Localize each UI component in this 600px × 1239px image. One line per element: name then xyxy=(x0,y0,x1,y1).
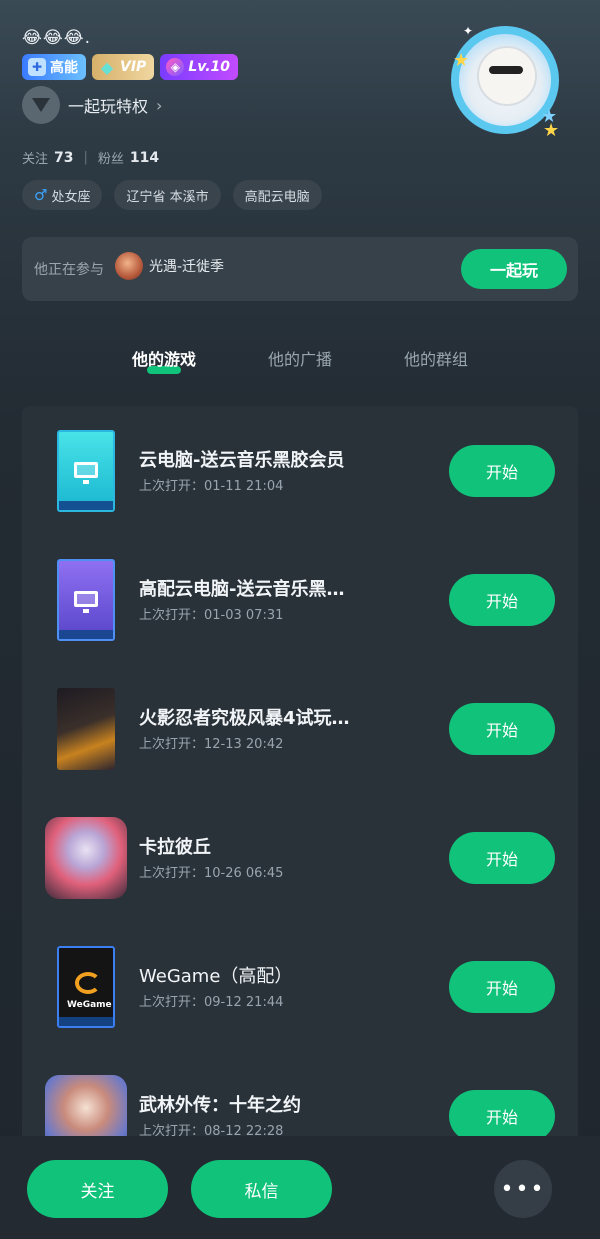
list-item[interactable]: 火影忍者究极风暴4试玩… 上次打开：12-13 20:42 开始 xyxy=(22,664,578,774)
star-icon: ★ xyxy=(543,120,560,141)
cloud-pc-pro-icon xyxy=(57,559,115,641)
power-badge-label: 高能 xyxy=(50,60,78,76)
start-button[interactable]: 开始 xyxy=(449,703,555,755)
list-item[interactable]: 高配云电脑-送云音乐黑… 上次打开：01-03 07:31 开始 xyxy=(22,535,578,645)
wegame-icon: WeGame xyxy=(57,946,115,1028)
male-icon: ♂ xyxy=(34,186,48,204)
level-gem-icon: ◈ xyxy=(166,58,185,76)
stats-divider: | xyxy=(83,150,88,165)
privilege-heart-icon xyxy=(22,86,60,124)
followers-count[interactable]: 114 xyxy=(130,150,159,166)
tag-location-label: 辽宁省 本溪市 xyxy=(126,189,209,205)
message-button[interactable]: 私信 xyxy=(191,1160,332,1218)
follow-button[interactable]: 关注 xyxy=(27,1160,168,1218)
game-name: 高配云电脑-送云音乐黑… xyxy=(139,579,345,600)
start-button[interactable]: 开始 xyxy=(449,832,555,884)
tab-groups[interactable]: 他的群组 xyxy=(404,346,468,370)
level-badge[interactable]: ◈ Lv.10 xyxy=(160,54,239,80)
game-name: WeGame（高配） xyxy=(139,966,293,987)
gamepad-icon: ✚ xyxy=(28,58,46,76)
now-playing-game-name: 光遇-迁徙季 xyxy=(149,259,225,275)
avatar-character xyxy=(477,46,537,106)
cloud-pc-icon xyxy=(57,430,115,512)
list-item[interactable]: 卡拉彼丘 上次打开：10-26 06:45 开始 xyxy=(22,793,578,903)
following-count[interactable]: 73 xyxy=(54,150,73,166)
start-button[interactable]: 开始 xyxy=(449,961,555,1013)
vip-badge[interactable]: ◆ VIP xyxy=(92,54,155,80)
chevron-right-icon: › xyxy=(156,95,163,115)
play-together-button[interactable]: 一起玩 xyxy=(461,249,567,289)
now-playing-game[interactable]: 光遇-迁徙季 xyxy=(115,252,224,280)
start-button[interactable]: 开始 xyxy=(449,445,555,497)
tag-zodiac: ♂ 处女座 xyxy=(22,180,103,210)
tag-device-label: 高配云电脑 xyxy=(244,189,310,205)
following-label: 关注 xyxy=(22,152,49,167)
tag-location: 辽宁省 本溪市 xyxy=(114,180,221,210)
level-badge-label: Lv.10 xyxy=(188,59,231,75)
tag-device: 高配云电脑 xyxy=(232,180,322,210)
diamond-icon: ◆ xyxy=(100,57,114,77)
profile-tags: ♂ 处女座 辽宁省 本溪市 高配云电脑 xyxy=(22,180,322,210)
game-name: 火影忍者究极风暴4试玩… xyxy=(139,708,350,729)
last-opened: 上次打开：01-03 07:31 xyxy=(139,608,284,623)
last-opened: 上次打开：01-11 21:04 xyxy=(139,479,284,494)
game-name: 卡拉彼丘 xyxy=(139,837,211,858)
strinova-game-icon xyxy=(45,817,127,899)
username: 😂😂😂. xyxy=(22,28,91,48)
list-item[interactable]: WeGame WeGame（高配） 上次打开：09-12 21:44 开始 xyxy=(22,922,578,1032)
now-playing-label: 他正在参与 xyxy=(34,262,104,278)
game-thumbnail-icon xyxy=(115,252,143,280)
followers-label: 粉丝 xyxy=(97,152,124,167)
sparkle-icon: ✦ xyxy=(463,24,474,38)
last-opened: 上次打开：10-26 06:45 xyxy=(139,866,284,881)
start-button[interactable]: 开始 xyxy=(449,574,555,626)
follow-stats: 关注 73 | 粉丝 114 xyxy=(22,148,159,168)
game-name: 云电脑-送云音乐黑胶会员 xyxy=(139,450,345,471)
badge-row: ✚ 高能 ◆ VIP ◈ Lv.10 xyxy=(22,54,239,80)
start-button[interactable]: 开始 xyxy=(449,1090,555,1142)
game-list: 云电脑-送云音乐黑胶会员 上次打开：01-11 21:04 开始 高配云电脑-送… xyxy=(22,406,578,1157)
tab-broadcasts[interactable]: 他的广播 xyxy=(268,346,332,370)
naruto-game-icon xyxy=(57,688,115,770)
star-icon: ★ xyxy=(453,50,470,71)
tag-zodiac-label: 处女座 xyxy=(51,189,91,205)
power-badge[interactable]: ✚ 高能 xyxy=(22,54,86,80)
avatar-glasses xyxy=(489,66,523,74)
privilege-label: 一起玩特权 xyxy=(68,97,149,116)
more-options-icon[interactable]: ••• xyxy=(494,1160,552,1218)
tab-games[interactable]: 他的游戏 xyxy=(132,346,196,370)
list-item[interactable]: 云电脑-送云音乐黑胶会员 上次打开：01-11 21:04 开始 xyxy=(22,406,578,516)
last-opened: 上次打开：12-13 20:42 xyxy=(139,737,284,752)
avatar[interactable]: ★ ★ ★ ✦ xyxy=(445,20,565,141)
vip-badge-label: VIP xyxy=(120,59,147,75)
game-name: 武林外传：十年之约 xyxy=(139,1095,301,1116)
last-opened: 上次打开：09-12 21:44 xyxy=(139,995,284,1010)
privilege-link[interactable]: 一起玩特权 › xyxy=(22,86,162,124)
